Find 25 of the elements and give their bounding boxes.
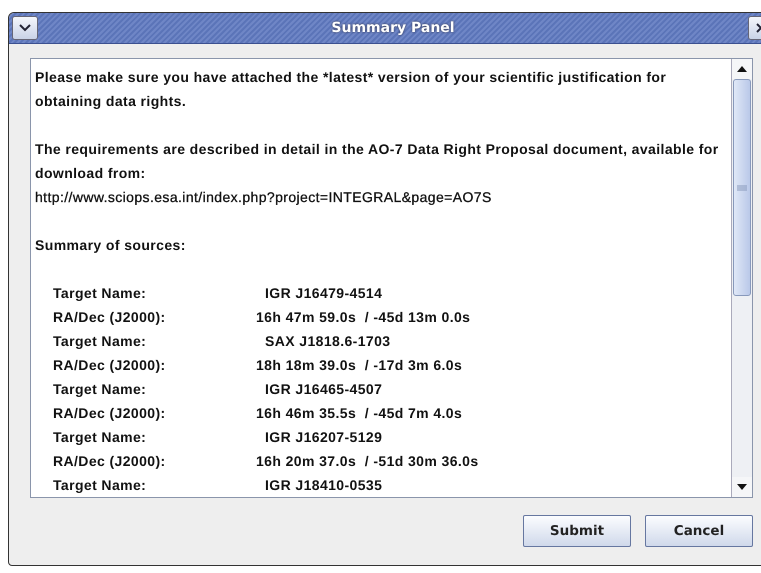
target-name: IGR J16207-5129	[264, 428, 384, 447]
field-label: Target Name:	[53, 284, 148, 303]
field-label: Target Name:	[53, 428, 148, 447]
field-label: Target Name:	[53, 380, 148, 399]
submit-button[interactable]: Submit	[523, 515, 631, 547]
paragraph: The requirements are described in detail in the AO-7 Data Right Proposal document, available for download from:	[35, 140, 720, 183]
target-name: SAX J1818.6-1703	[264, 332, 392, 351]
target-name: IGR J16479-4514	[264, 284, 384, 303]
target-name: IGR J16465-4507	[264, 380, 384, 399]
coordinates: 16h 47m 59.0s / -45d 13m 0.0s	[256, 308, 472, 327]
coordinates: 16h 46m 35.5s / -45d 7m 4.0s	[256, 404, 464, 423]
cancel-button[interactable]: Cancel	[645, 515, 753, 547]
summary-heading: Summary of sources:	[35, 236, 187, 255]
field-label: RA/Dec (J2000):	[53, 404, 167, 423]
field-label: Target Name:	[53, 332, 148, 351]
paragraph: Please make sure you have attached the *latest* version of your scientific justification for obtaining data rights.	[35, 68, 668, 111]
target-name: IGR J18410-0535	[264, 476, 384, 495]
field-label: RA/Dec (J2000):	[53, 452, 167, 471]
field-label: Target Name:	[53, 476, 148, 495]
field-label: RA/Dec (J2000):	[53, 308, 167, 327]
window-title: Summary Panel	[330, 20, 456, 36]
coordinates: 16h 20m 37.0s / -51d 30m 36.0s	[256, 452, 480, 471]
url-text: http://www.sciops.esa.int/index.php?project=INTEGRAL&page=AO7S	[35, 188, 493, 207]
coordinates: 18h 18m 39.0s / -17d 3m 6.0s	[256, 356, 464, 375]
field-label: RA/Dec (J2000):	[53, 356, 167, 375]
